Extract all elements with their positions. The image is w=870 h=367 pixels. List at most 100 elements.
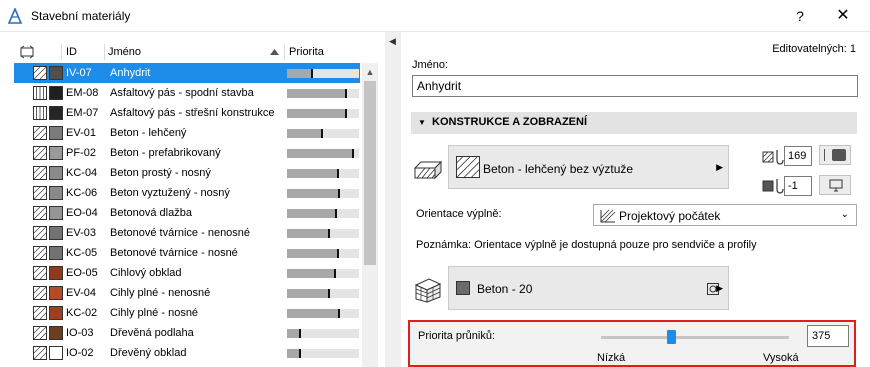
surface-swatch: [456, 281, 470, 295]
arrow-right-icon: ▶: [716, 162, 723, 172]
orientation-label: Orientace výplně:: [416, 208, 502, 220]
material-row[interactable]: IO-03 Dřevěná podlaha: [14, 323, 360, 343]
column-separator[interactable]: [104, 44, 105, 60]
column-separator[interactable]: [284, 44, 285, 60]
material-row[interactable]: IO-02 Dřevěný obklad: [14, 343, 360, 363]
material-row[interactable]: EV-04 Cihly plné - nenosné: [14, 283, 360, 303]
material-row[interactable]: PF-02 Beton - prefabrikovaný: [14, 143, 360, 163]
orientation-note: Poznámka: Orientace výplně je dostupná p…: [416, 239, 757, 251]
priority-bar: [287, 189, 359, 198]
priority-input[interactable]: 375: [807, 325, 849, 347]
priority-bar-marker: [345, 109, 348, 118]
priority-bar-fill: [287, 169, 339, 178]
priority-bar-fill: [287, 129, 323, 138]
chevron-down-icon: ▼: [418, 118, 426, 127]
material-id: EV-03: [66, 227, 96, 239]
material-id: EV-04: [66, 287, 96, 299]
priority-slider-thumb[interactable]: [666, 330, 676, 344]
help-button[interactable]: ?: [790, 6, 810, 26]
material-color-swatch: [49, 206, 63, 220]
material-row[interactable]: EM-08 Asfaltový pás - spodní stavba: [14, 83, 360, 103]
priority-bar: [287, 249, 359, 258]
building-material-icon: [414, 278, 442, 303]
scroll-thumb[interactable]: [364, 81, 376, 265]
priority-bar: [287, 329, 359, 338]
material-color-swatch: [49, 186, 63, 200]
project-origin-icon: [600, 209, 616, 223]
pen-bar-icon: [824, 149, 825, 161]
material-row[interactable]: IV-07 Anhydrit: [14, 63, 360, 83]
material-id: KC-04: [66, 167, 98, 179]
column-header-name[interactable]: Jméno: [108, 46, 282, 62]
pen-color-button[interactable]: [819, 145, 851, 165]
material-row[interactable]: EV-03 Betonové tvárnice - nenosné: [14, 223, 360, 243]
material-name: Beton vyztužený - nosný: [110, 187, 230, 199]
close-button[interactable]: ✕: [833, 6, 853, 26]
material-id: EO-04: [66, 207, 98, 219]
chevron-down-icon: ⌄: [840, 209, 849, 220]
section-title: KONSTRUKCE A ZOBRAZENÍ: [432, 116, 588, 128]
material-color-swatch: [49, 66, 63, 80]
column-header-id[interactable]: ID: [66, 46, 77, 58]
window-title: Stavební materiály: [31, 9, 131, 23]
section-construction-display[interactable]: ▼ KONSTRUKCE A ZOBRAZENÍ: [411, 112, 857, 134]
cut-fill-button[interactable]: Beton - lehčený bez výztuže ▶: [448, 145, 729, 189]
priority-bar-marker: [336, 169, 339, 178]
priority-bar: [287, 169, 359, 178]
priority-slider[interactable]: [601, 330, 789, 344]
priority-bar: [287, 289, 359, 298]
material-row[interactable]: KC-05 Betonové tvárnice - nosné: [14, 243, 360, 263]
priority-bar-marker: [299, 349, 302, 358]
material-row[interactable]: EV-01 Beton - lehčený: [14, 123, 360, 143]
list-scrollbar[interactable]: ▲: [362, 63, 378, 367]
hatch-preview-icon: [33, 286, 47, 300]
material-row[interactable]: KC-02 Cihly plné - nosné: [14, 303, 360, 323]
material-row[interactable]: EM-07 Asfaltový pás - střešní konstrukce: [14, 103, 360, 123]
orientation-select[interactable]: Projektový počátek ⌄: [593, 204, 857, 226]
material-row[interactable]: KC-06 Beton vyztužený - nosný: [14, 183, 360, 203]
material-id: IO-02: [66, 347, 94, 359]
cut-fill-icon: [413, 160, 443, 180]
material-name: Cihlový obklad: [110, 267, 182, 279]
material-color-swatch: [49, 246, 63, 260]
material-color-swatch: [49, 166, 63, 180]
hatch-preview-icon: [33, 306, 47, 320]
material-id: KC-05: [66, 247, 98, 259]
priority-bar: [287, 109, 359, 118]
material-name: Beton prostý - nosný: [110, 167, 211, 179]
hatch-preview-icon: [33, 86, 47, 100]
column-separator[interactable]: [61, 44, 62, 60]
material-name: Betonové tvárnice - nenosné: [110, 227, 251, 239]
intersection-priority-group: Priorita průniků: 375 Nízká Vysoká: [408, 320, 856, 367]
priority-bar-fill: [287, 209, 338, 218]
material-row[interactable]: EO-04 Betonová dlažba: [14, 203, 360, 223]
material-name: Cihly plné - nosné: [110, 307, 199, 319]
material-name: Dřevěná podlaha: [110, 327, 194, 339]
panel-splitter[interactable]: ◀: [385, 32, 401, 367]
surface-material-button[interactable]: Beton - 20 ▶: [448, 266, 729, 310]
material-color-swatch: [49, 306, 63, 320]
priority-bar-marker: [336, 249, 339, 258]
details-panel: Editovatelných: 1 Jméno: Anhydrit ▼ KONS…: [401, 32, 870, 367]
column-header-priority[interactable]: Priorita: [289, 46, 324, 58]
background-pen-button[interactable]: [819, 175, 851, 195]
material-row[interactable]: EO-05 Cihlový obklad: [14, 263, 360, 283]
fill-pen-icon: [762, 150, 784, 165]
name-input[interactable]: Anhydrit: [412, 75, 858, 97]
collapse-left-icon[interactable]: ◀: [389, 36, 396, 47]
scroll-up-icon[interactable]: ▲: [362, 63, 378, 81]
priority-bar-fill: [287, 189, 340, 198]
priority-bar: [287, 309, 359, 318]
hatch-preview-icon: [33, 166, 47, 180]
hatch-preview-icon: [33, 246, 47, 260]
background-pen-input[interactable]: -1: [784, 176, 812, 196]
priority-bar: [287, 269, 359, 278]
hatch-preview-icon: [33, 66, 47, 80]
fill-pen-input[interactable]: 169: [784, 146, 812, 166]
material-color-swatch: [49, 326, 63, 340]
priority-bar-marker: [335, 209, 338, 218]
fill-column-icon[interactable]: [20, 45, 34, 59]
material-row[interactable]: KC-04 Beton prostý - nosný: [14, 163, 360, 183]
hatch-preview-icon: [33, 226, 47, 240]
priority-bar: [287, 89, 359, 98]
